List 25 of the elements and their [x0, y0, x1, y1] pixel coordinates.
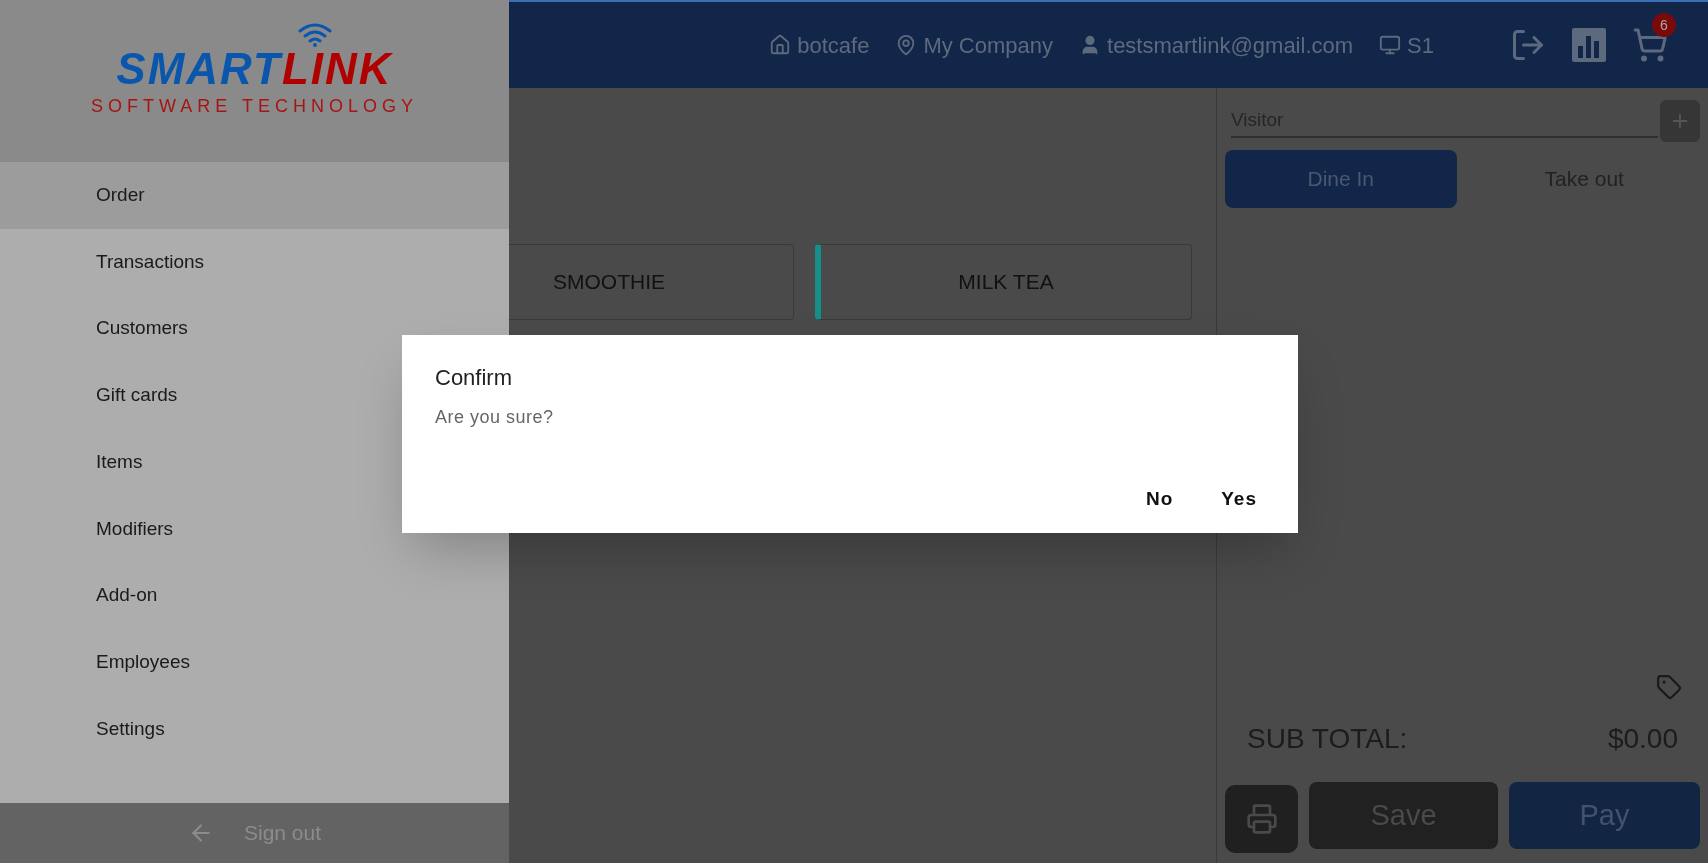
drawer-menu-item[interactable]: Transactions [0, 228, 509, 296]
user-email: testsmartlink@gmail.com [1107, 31, 1354, 60]
tag-icon[interactable] [1656, 674, 1682, 700]
drawer-menu-item[interactable]: Settings [0, 695, 509, 763]
print-button[interactable] [1225, 785, 1298, 853]
bar-chart-icon[interactable] [1572, 28, 1606, 62]
logo-wordmark: SMARTLINK [116, 46, 393, 91]
home-icon [769, 34, 792, 56]
logout-icon[interactable] [1510, 27, 1546, 63]
station-name: S1 [1407, 31, 1434, 60]
dialog-button[interactable]: No [1125, 479, 1194, 519]
store-name: botcafe [797, 31, 870, 60]
drawer-menu-item[interactable]: Add-on [0, 562, 509, 629]
company-name: My Company [923, 31, 1053, 60]
drawer-menu-item[interactable]: Employees [0, 628, 509, 696]
monitor-icon [1379, 34, 1402, 56]
drawer-menu-item[interactable]: Order [0, 162, 509, 229]
dialog-button[interactable]: Yes [1201, 479, 1277, 519]
logo-tagline: SOFTWARE TECHNOLOGY [91, 94, 418, 118]
cart-count-badge: 6 [1652, 13, 1676, 37]
add-customer-button[interactable] [1660, 100, 1700, 142]
dialog-message: Are you sure? [435, 406, 555, 429]
drawer-menu-item[interactable]: Customers [0, 295, 509, 363]
printer-icon [1245, 803, 1278, 835]
dialog-title: Confirm [435, 364, 513, 392]
